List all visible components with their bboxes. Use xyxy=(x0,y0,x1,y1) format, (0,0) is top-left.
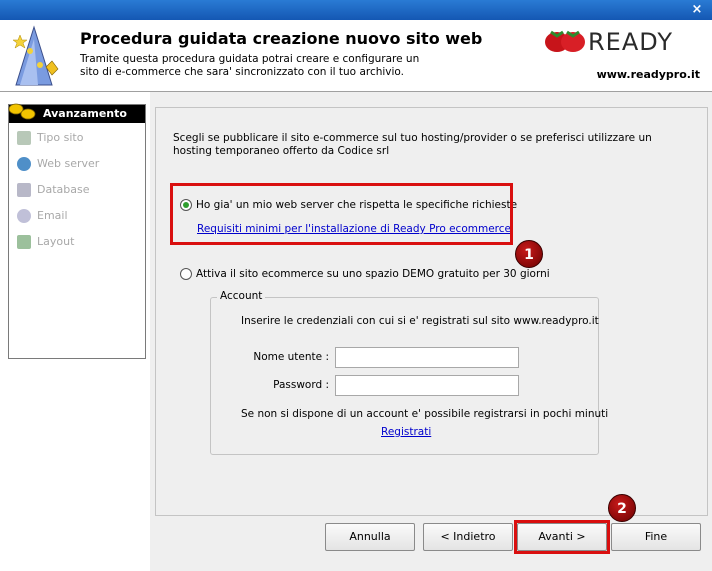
strawberry-icon xyxy=(545,30,585,52)
wizard-description: Tramite questa procedura guidata potrai … xyxy=(80,53,420,78)
logo-text: READY xyxy=(588,28,674,56)
intro-text: Scegli se pubblicare il sito e-commerce … xyxy=(173,132,652,157)
title-bar: × xyxy=(0,0,712,20)
steps-panel: Avanzamento Tipo sito Web server Databas… xyxy=(8,103,146,359)
account-legend: Account xyxy=(217,290,266,302)
close-icon[interactable]: × xyxy=(690,3,704,17)
step-web-server: Web server xyxy=(17,157,99,175)
password-label: Password : xyxy=(273,379,329,391)
steps-heading: Avanzamento xyxy=(8,103,145,123)
globe-icon xyxy=(17,157,31,171)
wizard-header: Procedura guidata creazione nuovo sito w… xyxy=(0,20,712,92)
step-tipo-sito: Tipo sito xyxy=(17,131,83,149)
database-icon xyxy=(17,183,31,197)
cart-icon xyxy=(17,131,31,145)
finish-button[interactable]: Fine xyxy=(611,523,701,551)
annotation-badge-2: 2 xyxy=(608,494,636,522)
register-text: Se non si dispone di un account e' possi… xyxy=(241,408,609,420)
account-info: Inserire le credenziali con cui si e' re… xyxy=(241,315,599,327)
layout-icon xyxy=(17,235,31,249)
steps-heading-label: Avanzamento xyxy=(43,107,127,120)
at-icon xyxy=(17,209,31,223)
password-field[interactable] xyxy=(335,375,519,396)
option-demo[interactable]: Attiva il sito ecommerce su uno spazio D… xyxy=(180,268,550,280)
step-database: Database xyxy=(17,183,90,201)
back-button[interactable]: < Indietro xyxy=(423,523,513,551)
username-label: Nome utente : xyxy=(253,351,329,363)
ready-logo: READY xyxy=(543,26,708,56)
main-pane: Scegli se pubblicare il sito e-commerce … xyxy=(150,92,712,571)
step-layout: Layout xyxy=(17,235,74,253)
step-email: Email xyxy=(17,209,68,227)
register-link[interactable]: Registrati xyxy=(381,426,431,438)
wizard-hat-icon xyxy=(12,25,59,86)
progress-sidebar: Avanzamento Tipo sito Web server Databas… xyxy=(0,92,150,571)
site-url: www.readypro.it xyxy=(596,68,700,81)
username-field[interactable] xyxy=(335,347,519,368)
annotation-badge-1: 1 xyxy=(515,240,543,268)
wizard-title: Procedura guidata creazione nuovo sito w… xyxy=(80,29,483,48)
highlight-box-2 xyxy=(514,520,610,554)
cancel-button[interactable]: Annulla xyxy=(325,523,415,551)
content-panel: Scegli se pubblicare il sito e-commerce … xyxy=(155,107,708,516)
account-group: Account Inserire le credenziali con cui … xyxy=(210,290,608,455)
radio-demo[interactable] xyxy=(180,268,192,280)
highlight-box-1 xyxy=(170,183,513,245)
footprints-icon xyxy=(8,103,36,120)
